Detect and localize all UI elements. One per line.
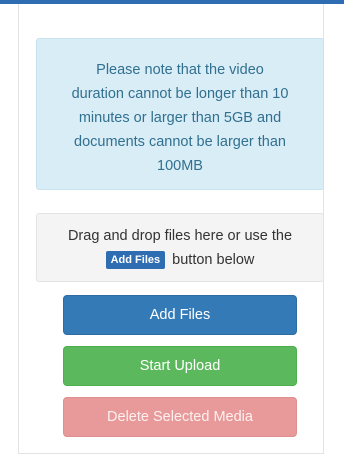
notice-line-3: minutes or larger than 5GB and bbox=[78, 110, 282, 126]
dropzone-instruction: Drag and drop files here or use the bbox=[67, 228, 293, 244]
dropzone-instruction-suffix: button below bbox=[172, 252, 255, 268]
dropzone-instruction-line-2: Add Files button below bbox=[37, 248, 323, 272]
add-files-button[interactable]: Add Files bbox=[63, 295, 297, 335]
notice-line-1: Please note that the video bbox=[96, 62, 264, 78]
delete-selected-media-button[interactable]: Delete Selected Media bbox=[63, 397, 297, 437]
upload-limits-notice: Please note that the video duration cann… bbox=[36, 38, 324, 190]
notice-line-5: 100MB bbox=[157, 158, 203, 174]
start-upload-button[interactable]: Start Upload bbox=[63, 346, 297, 386]
notice-line-4: documents cannot be larger than bbox=[74, 134, 286, 150]
notice-line-2: duration cannot be longer than 10 bbox=[71, 86, 289, 102]
add-files-inline-label: Add Files bbox=[105, 251, 166, 269]
file-dropzone[interactable]: Drag and drop files here or use the Add … bbox=[36, 213, 324, 282]
